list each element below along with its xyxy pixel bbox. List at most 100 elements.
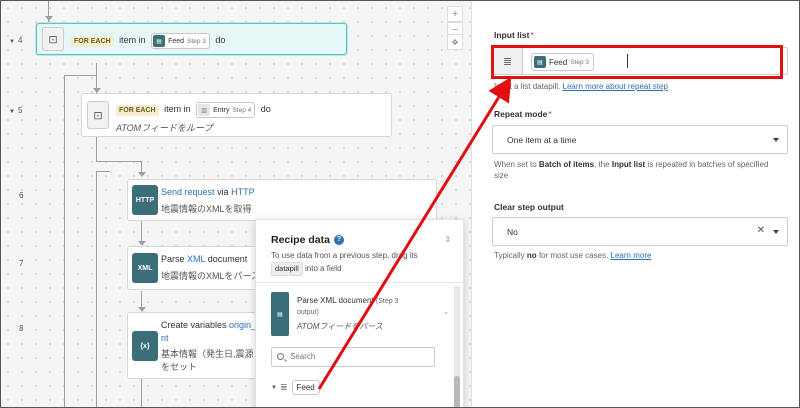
step-number[interactable]: ▼ 5 bbox=[9, 106, 22, 115]
action-link[interactable]: Send request bbox=[161, 187, 215, 197]
step-text: via bbox=[217, 187, 229, 197]
step-5-card[interactable]: ⊡ FOR EACH item in ▥ Entry Step 4 do ATOMフ… bbox=[81, 93, 392, 137]
step-7-card[interactable]: XML Parse XML document 地震情報のXMLをパース bbox=[127, 246, 262, 290]
hint-text: When set to bbox=[494, 160, 537, 169]
select-value: No bbox=[507, 227, 518, 237]
repeat-mode-hint: When set to Batch of items, the Input li… bbox=[494, 159, 784, 181]
recipe-canvas[interactable]: ▼ 4 ▼ 5 6 7 8 ⊡ FOR EACH item in ▤ Feed Step… bbox=[1, 1, 471, 407]
connector-line bbox=[141, 379, 142, 407]
hint-text: Typically bbox=[494, 251, 525, 260]
source-step[interactable]: ▤ Parse XML document (Step 3 output) ATO… bbox=[271, 290, 449, 345]
connector-line bbox=[96, 161, 142, 162]
clear-icon[interactable]: ✕ bbox=[757, 225, 765, 236]
hint-text: size bbox=[494, 171, 509, 180]
select-value: One item at a time bbox=[507, 135, 577, 145]
app-window: ▼ 4 ▼ 5 6 7 8 ⊡ FOR EACH item in ▤ Feed Step… bbox=[0, 0, 800, 408]
step-8-summary: Create variables origin_ti bbox=[161, 320, 261, 330]
clear-output-select[interactable]: No ✕ bbox=[492, 217, 788, 246]
step-number[interactable]: ▼ 4 bbox=[9, 36, 22, 45]
hint-bold: Batch of items bbox=[538, 160, 595, 169]
panel-scrollbar[interactable] bbox=[454, 286, 460, 407]
step-4-card[interactable]: ⊡ FOR EACH item in ▤ Feed Step 3 do bbox=[36, 23, 347, 55]
entry-datapill[interactable]: ▥ Entry Step 4 bbox=[196, 102, 256, 118]
required-marker: * bbox=[530, 30, 534, 40]
xml-icon: XML bbox=[132, 253, 158, 283]
expand-chevron-icon[interactable]: ⌄ bbox=[443, 308, 449, 316]
keyword-badge: FOR EACH bbox=[116, 105, 159, 117]
step-number: 6 bbox=[19, 191, 24, 200]
step-number-value: 4 bbox=[17, 36, 23, 45]
hint-text: for most use cases. bbox=[538, 251, 609, 260]
divider bbox=[256, 282, 465, 283]
desc-text: into a field bbox=[305, 264, 342, 273]
repeat-icon: ⊡ bbox=[87, 101, 109, 129]
feed-datapill[interactable]: Feed bbox=[291, 380, 320, 395]
label-text: Repeat mode bbox=[494, 109, 548, 119]
list-icon: ▥ bbox=[198, 104, 211, 116]
variable-link[interactable]: nt bbox=[161, 333, 169, 343]
fit-view-icon[interactable]: ✥ bbox=[447, 34, 463, 50]
pill-step: Step 4 bbox=[232, 106, 252, 114]
loop-line bbox=[64, 75, 65, 407]
repeat-icon: ⊡ bbox=[42, 27, 64, 51]
source-description: ATOMフィードをパース bbox=[297, 322, 383, 331]
step-5-summary: FOR EACH item in ▥ Entry Step 4 do bbox=[116, 102, 271, 118]
xml-doc-icon: ▤ bbox=[271, 292, 289, 336]
label-text: Input list bbox=[494, 30, 530, 40]
panel-title: Recipe data bbox=[271, 234, 330, 246]
help-icon[interactable]: ? bbox=[334, 235, 344, 245]
chevron-down-icon bbox=[773, 230, 779, 234]
step-6-summary: Send request via HTTP bbox=[161, 187, 255, 197]
zoom-in-button[interactable]: + bbox=[447, 6, 463, 22]
connector-line bbox=[64, 75, 96, 76]
step-number: 7 bbox=[19, 259, 24, 268]
pill-label: Feed bbox=[168, 37, 185, 45]
xml-doc-icon: ▤ bbox=[153, 35, 166, 47]
step-number: 8 bbox=[19, 324, 24, 333]
hint-text: Input a list datapill. bbox=[494, 82, 561, 91]
repeat-mode-label: Repeat mode* bbox=[494, 109, 552, 119]
input-list-label: Input list* bbox=[494, 30, 534, 40]
clear-output-label: Clear step output bbox=[494, 202, 564, 212]
http-icon: HTTP bbox=[132, 185, 158, 215]
step-text: Create variables bbox=[161, 320, 227, 330]
hint-text: , the bbox=[594, 160, 610, 169]
list-icon: ≣ bbox=[279, 382, 288, 392]
feed-pill-row[interactable]: ▼ ≣ Feed bbox=[271, 380, 320, 395]
recipe-data-panel[interactable]: Recipe data ? ⇕ To use data from a previ… bbox=[255, 219, 465, 407]
pill-label: Entry bbox=[213, 106, 230, 114]
pill-label: Feed bbox=[296, 383, 315, 392]
learn-more-link[interactable]: Learn more bbox=[611, 251, 652, 260]
feed-datapill[interactable]: ▤ Feed Step 3 bbox=[151, 33, 210, 49]
pill-step: Step 3 bbox=[187, 37, 206, 45]
arrow-down-icon bbox=[45, 16, 53, 21]
datapill-chip: datapill bbox=[271, 262, 303, 276]
repeat-mode-select[interactable]: One item at a time bbox=[492, 125, 788, 154]
search-icon bbox=[277, 353, 284, 360]
caret-down-icon[interactable]: ▼ bbox=[271, 385, 277, 391]
source-title: Parse XML document (Step 3 bbox=[297, 296, 398, 305]
step-text: document bbox=[207, 254, 248, 264]
search-input[interactable]: Search bbox=[271, 347, 435, 367]
step-7-summary: Parse XML document bbox=[161, 254, 247, 264]
hint-text: is repeated in batches of specified bbox=[647, 160, 769, 169]
connector-line bbox=[96, 171, 110, 172]
scrollbar-thumb[interactable] bbox=[454, 376, 460, 407]
hint-bold: Input list bbox=[611, 160, 646, 169]
step-text: Parse bbox=[161, 254, 185, 264]
search-placeholder: Search bbox=[290, 352, 316, 361]
chevron-down-icon bbox=[773, 138, 779, 142]
step-6-card[interactable]: HTTP Send request via HTTP 地震情報のXMLを取得 bbox=[127, 179, 437, 221]
input-list-hint: Input a list datapill. Learn more about … bbox=[494, 81, 668, 92]
collapse-caret-icon[interactable]: ▼ bbox=[9, 109, 15, 115]
collapse-caret-icon[interactable]: ▼ bbox=[9, 39, 15, 45]
annotation-highlight-box bbox=[491, 45, 783, 79]
resize-icon[interactable]: ⇕ bbox=[444, 235, 451, 244]
clear-output-hint: Typically no for most use cases. Learn m… bbox=[494, 250, 651, 261]
learn-more-link[interactable]: Learn more about repeat step bbox=[563, 82, 668, 91]
step-text: do bbox=[260, 104, 271, 115]
step-8-card[interactable]: {x} Create variables origin_ti nt 基本情報（発… bbox=[127, 312, 262, 379]
app-link[interactable]: XML bbox=[187, 254, 205, 264]
app-link[interactable]: HTTP bbox=[231, 187, 255, 197]
step-number-value: 5 bbox=[17, 106, 23, 115]
